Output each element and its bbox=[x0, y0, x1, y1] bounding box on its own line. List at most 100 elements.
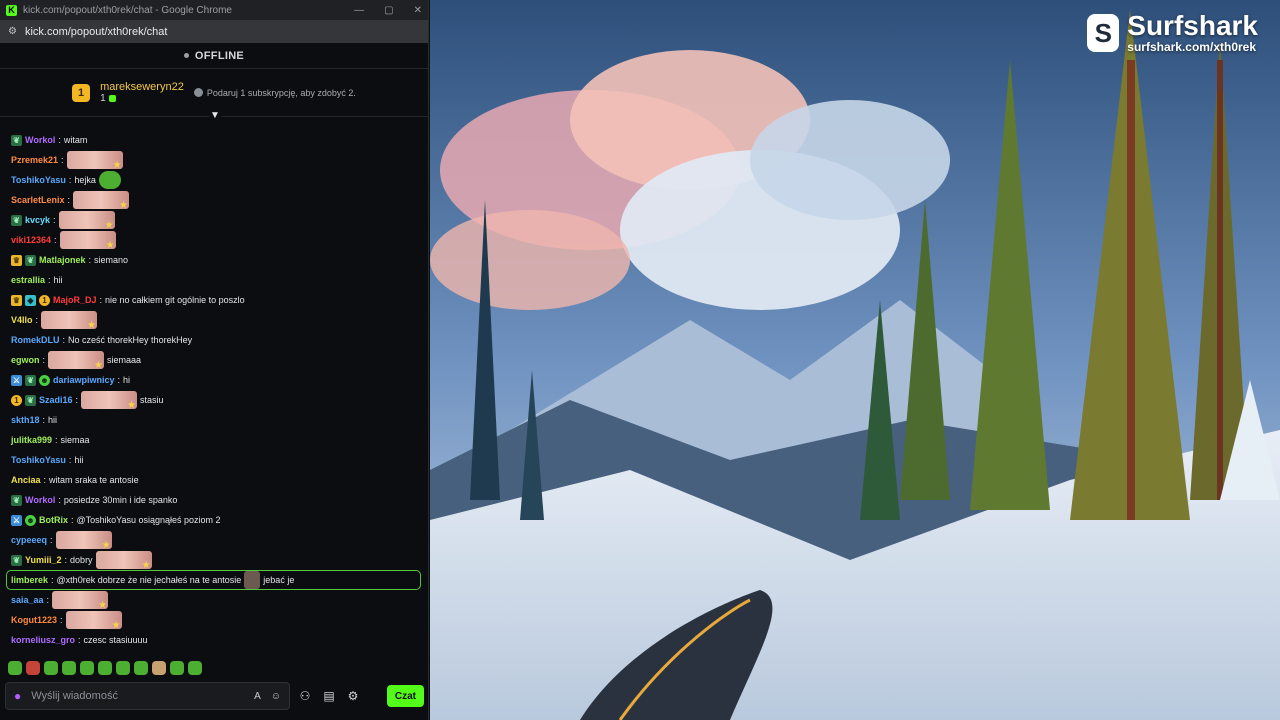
chat-message[interactable]: julitka999: siemaa bbox=[0, 430, 428, 450]
chat-username[interactable]: V4llo bbox=[11, 315, 33, 325]
chat-message[interactable]: RomekDLU: No cześć thorekHey thorekHey bbox=[0, 330, 428, 350]
chat-message[interactable]: ToshikoYasu: hii bbox=[0, 450, 428, 470]
chat-username[interactable]: ToshikoYasu bbox=[11, 175, 66, 185]
chat-message[interactable]: ❦ Workol: witam bbox=[0, 130, 428, 150]
chat-separator: : bbox=[78, 635, 81, 645]
chat-username[interactable]: julitka999 bbox=[11, 435, 52, 445]
chat-message[interactable]: Pzremek21: bbox=[0, 150, 428, 171]
chat-username[interactable]: estrallia bbox=[11, 275, 45, 285]
users-icon[interactable]: ⚇ bbox=[296, 689, 314, 703]
chat-username[interactable]: Yumiii_2 bbox=[25, 555, 62, 565]
chat-username[interactable]: saia_aa bbox=[11, 595, 44, 605]
chat-username[interactable]: cypeeeq bbox=[11, 535, 47, 545]
kick-app-icon: K bbox=[6, 4, 17, 16]
chat-message[interactable]: ScarletLenix: bbox=[0, 190, 428, 211]
emoji-icon[interactable]: ☺ bbox=[271, 691, 281, 702]
sponsor-overlay: Surfshark surfshark.com/xth0rek bbox=[1087, 12, 1258, 54]
chat-username[interactable]: ToshikoYasu bbox=[11, 455, 66, 465]
stream-offline-scene: Surfshark surfshark.com/xth0rek bbox=[430, 0, 1280, 720]
gift-badge-icon: ❦ bbox=[11, 494, 22, 506]
microphone-icon[interactable]: ● bbox=[14, 689, 21, 703]
maximize-icon[interactable]: ▢ bbox=[384, 5, 393, 16]
chat-message[interactable]: 1❦Szadi16: stasiu bbox=[0, 390, 428, 411]
chat-messages[interactable]: ❦Workol:witamPzremek21:ToshikoYasu:hejka… bbox=[0, 130, 428, 652]
emote-icon[interactable] bbox=[170, 661, 184, 675]
site-info-icon[interactable]: ⚙ bbox=[8, 26, 17, 37]
chat-message[interactable]: ❦ Workol: posiedze 30min i ide spanko bbox=[0, 490, 428, 510]
chat-message[interactable]: ❦ kvcyk: bbox=[0, 210, 428, 231]
emote-icon[interactable] bbox=[80, 661, 94, 675]
address-bar[interactable]: ⚙ kick.com/popout/xth0rek/chat bbox=[0, 20, 428, 43]
chat-message[interactable]: cypeeeq: bbox=[0, 530, 428, 551]
emote-icon[interactable] bbox=[98, 661, 112, 675]
chat-username[interactable]: Anciaa bbox=[11, 475, 41, 485]
chat-message[interactable]: ToshikoYasu: hejka bbox=[0, 170, 428, 190]
chat-text: @xth0rek dobrze że nie jechałeś na te an… bbox=[56, 575, 242, 585]
settings-icon[interactable]: ⚙ bbox=[344, 689, 362, 703]
send-chat-button[interactable]: Czat bbox=[386, 685, 424, 707]
crown-badge-icon: ♛ bbox=[11, 254, 22, 266]
emote-icon[interactable] bbox=[44, 661, 58, 675]
chat-message[interactable]: V4llo: bbox=[0, 310, 428, 331]
emote-icon[interactable] bbox=[62, 661, 76, 675]
emote-icon bbox=[244, 571, 261, 589]
sub-count-value: 1 bbox=[100, 93, 106, 104]
emote-icon[interactable] bbox=[8, 661, 22, 675]
collapse-banner-icon[interactable]: ▼ bbox=[209, 111, 221, 121]
chat-message[interactable]: ♛ ❦ Matlajonek: siemano bbox=[0, 250, 428, 270]
chat-username[interactable]: kvcyk bbox=[25, 215, 50, 225]
chat-message[interactable]: saia_aa: bbox=[0, 590, 428, 611]
chat-input-box[interactable]: ● A ☺ bbox=[5, 682, 290, 710]
chat-message[interactable]: limberek: @xth0rek dobrze że nie jechałeś… bbox=[6, 570, 421, 590]
message-input[interactable] bbox=[31, 690, 245, 702]
chat-username[interactable]: limberek bbox=[11, 575, 48, 585]
chat-username[interactable]: Workol bbox=[25, 135, 55, 145]
minimize-icon[interactable]: — bbox=[354, 5, 364, 16]
chat-username[interactable]: viki12364 bbox=[11, 235, 51, 245]
translate-icon[interactable]: A bbox=[254, 691, 261, 702]
chat-username[interactable]: MajoR_DJ bbox=[53, 295, 97, 305]
chat-username[interactable]: Szadi16 bbox=[39, 395, 73, 405]
sub-username[interactable]: marekseweryn22 bbox=[100, 81, 184, 93]
store-icon[interactable]: ▤ bbox=[320, 689, 338, 703]
chat-username[interactable]: korneliusz_gro bbox=[11, 635, 75, 645]
chat-username[interactable]: Workol bbox=[25, 495, 55, 505]
chat-message[interactable]: viki12364: bbox=[0, 230, 428, 251]
chat-message[interactable]: estrallia: hii bbox=[0, 270, 428, 290]
gift-subs-prompt[interactable]: Podaruj 1 subskrypcję, aby zdobyć 2. bbox=[193, 87, 356, 98]
chat-message[interactable]: Kogut1223: bbox=[0, 610, 428, 631]
chat-username[interactable]: BotRix bbox=[39, 515, 68, 525]
subscription-banner[interactable]: 1 marekseweryn22 1 Podaruj 1 subskrypcję… bbox=[0, 69, 428, 121]
emote-icon[interactable] bbox=[116, 661, 130, 675]
gift-badge-icon: ❦ bbox=[11, 554, 22, 566]
window-controls: — ▢ ✕ bbox=[354, 5, 422, 16]
chat-username[interactable]: Kogut1223 bbox=[11, 615, 57, 625]
chat-message[interactable]: ⚔ ☻ BotRix: @ToshikoYasu osiągnąłeś poziom … bbox=[0, 510, 428, 530]
chat-separator: : bbox=[53, 215, 56, 225]
browser-titlebar: K kick.com/popout/xth0rek/chat - Google … bbox=[0, 0, 428, 20]
chat-message[interactable]: ♛ ◆ 1 MajoR_DJ: nie no całkiem git ogólnie t… bbox=[0, 290, 428, 310]
chat-message[interactable]: skth18: hii bbox=[0, 410, 428, 430]
close-icon[interactable]: ✕ bbox=[414, 5, 422, 16]
stream-status: OFFLINE bbox=[0, 43, 428, 69]
chat-message[interactable]: ⚔ ❦ ☻ dariawpiwnicy: hi bbox=[0, 370, 428, 390]
gift-text: Podaruj 1 subskrypcję, aby zdobyć 2. bbox=[206, 87, 356, 98]
chat-message[interactable]: ❦ Yumiii_2: dobry bbox=[0, 550, 428, 571]
chat-username[interactable]: dariawpiwnicy bbox=[53, 375, 115, 385]
chat-username[interactable]: ScarletLenix bbox=[11, 195, 65, 205]
emote-icon[interactable] bbox=[134, 661, 148, 675]
chat-username[interactable]: RomekDLU bbox=[11, 335, 60, 345]
chat-separator: : bbox=[46, 595, 50, 605]
emote-icon[interactable] bbox=[188, 661, 202, 675]
chat-username[interactable]: egwon bbox=[11, 355, 40, 365]
emote-icon[interactable] bbox=[26, 661, 40, 675]
chat-username[interactable]: Pzremek21 bbox=[11, 155, 58, 165]
emote-icon[interactable] bbox=[152, 661, 166, 675]
chat-message[interactable]: Anciaa: witam sraka te antosie bbox=[0, 470, 428, 490]
chat-separator: : bbox=[67, 195, 71, 205]
chat-username[interactable]: skth18 bbox=[11, 415, 40, 425]
url-text[interactable]: kick.com/popout/xth0rek/chat bbox=[25, 26, 167, 38]
chat-message[interactable]: egwon: siemaaa bbox=[0, 350, 428, 371]
chat-username[interactable]: Matlajonek bbox=[39, 255, 86, 265]
chat-message[interactable]: korneliusz_gro: czesc stasiuuuu bbox=[0, 630, 428, 650]
